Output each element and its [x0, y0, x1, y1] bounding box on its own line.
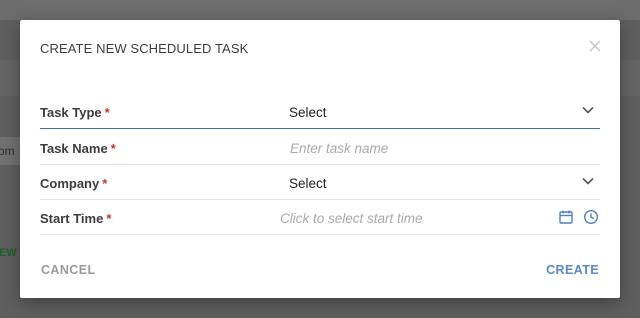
- cancel-button[interactable]: CANCEL: [41, 263, 95, 277]
- company-row[interactable]: Company * Select: [40, 165, 600, 200]
- create-scheduled-task-dialog: CREATE NEW SCHEDULED TASK Task Type * Sel…: [20, 20, 620, 298]
- required-mark: *: [104, 105, 110, 120]
- start-time-label: Start Time *: [40, 211, 112, 226]
- task-type-row[interactable]: Task Type * Select: [40, 94, 600, 129]
- start-time-input[interactable]: Click to select start time: [280, 211, 423, 226]
- background-link: IEW: [0, 247, 17, 259]
- company-select[interactable]: Select: [289, 176, 327, 191]
- task-name-label: Task Name *: [40, 141, 116, 156]
- company-label: Company *: [40, 176, 108, 191]
- time-picker-button[interactable]: [583, 209, 599, 225]
- dialog-title: CREATE NEW SCHEDULED TASK: [40, 41, 249, 56]
- start-time-row: Start Time * Click to select start time: [40, 200, 600, 235]
- close-button[interactable]: [588, 39, 602, 53]
- task-name-row: Task Name * Enter task name: [40, 130, 600, 165]
- background-tab: rom: [0, 137, 20, 165]
- required-mark: *: [106, 211, 112, 226]
- date-picker-button[interactable]: [558, 209, 574, 225]
- close-icon: [589, 40, 601, 52]
- task-type-select[interactable]: Select: [289, 105, 327, 120]
- task-type-label: Task Type *: [40, 105, 110, 120]
- calendar-icon: [559, 210, 573, 224]
- required-mark: *: [102, 176, 108, 191]
- clock-icon: [583, 209, 599, 225]
- task-name-input[interactable]: Enter task name: [290, 141, 388, 156]
- create-button[interactable]: CREATE: [546, 263, 599, 277]
- chevron-down-icon[interactable]: [582, 106, 594, 114]
- required-mark: *: [110, 141, 116, 156]
- background-header: [0, 0, 640, 20]
- chevron-down-icon[interactable]: [582, 177, 594, 185]
